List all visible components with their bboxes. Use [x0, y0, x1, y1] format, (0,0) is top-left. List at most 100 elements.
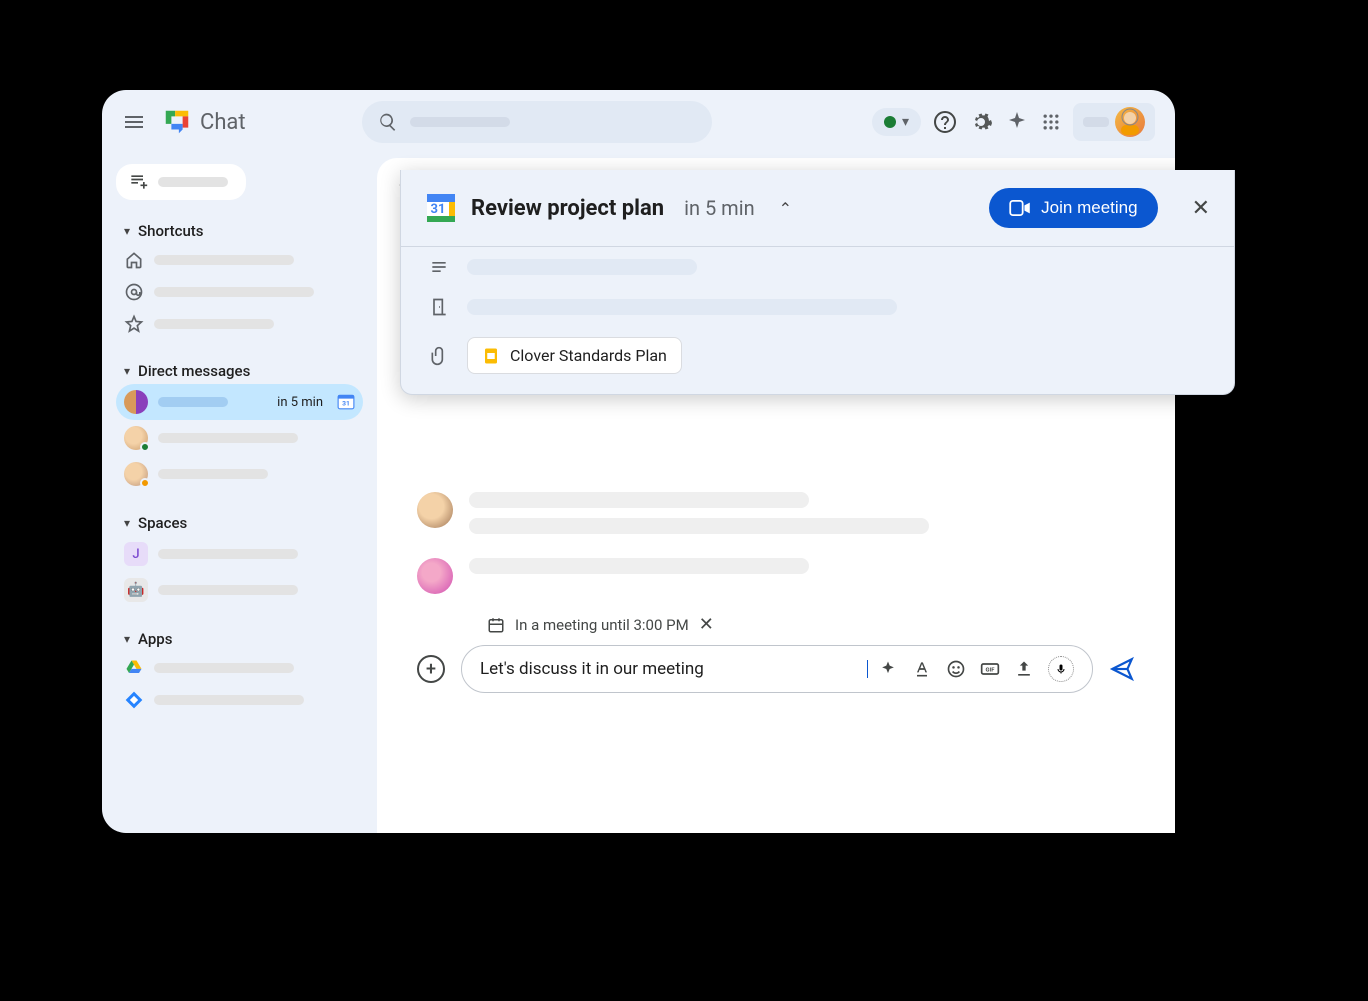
attachment-name: Clover Standards Plan — [510, 346, 667, 365]
attachment-icon — [429, 346, 449, 366]
meeting-card-header: 31 Review project plan in 5 min ⌃ Join m… — [401, 170, 1234, 246]
dm-name-placeholder — [158, 469, 268, 479]
bot-avatar-icon: 🤖 — [124, 578, 148, 602]
sparkle-icon[interactable] — [1005, 110, 1029, 134]
shortcut-placeholder — [154, 287, 314, 297]
chevron-up-icon[interactable]: ⌃ — [779, 199, 792, 218]
join-meeting-button[interactable]: Join meeting — [989, 188, 1157, 228]
compose-toolbar: GIF — [878, 656, 1074, 682]
meeting-attachment-row: Clover Standards Plan — [401, 327, 1234, 394]
star-icon — [124, 314, 144, 334]
drive-icon — [124, 658, 144, 678]
search-placeholder — [410, 117, 510, 127]
app-item-drive[interactable] — [116, 652, 363, 684]
text-format-icon[interactable] — [912, 659, 932, 679]
at-icon — [124, 282, 144, 302]
calendar-icon: 31 — [425, 192, 457, 224]
chat-logo-icon — [162, 107, 192, 137]
help-icon[interactable] — [933, 110, 957, 134]
dismiss-status-icon[interactable]: ✕ — [699, 614, 714, 635]
dm-item[interactable] — [116, 456, 363, 492]
home-icon — [124, 250, 144, 270]
message-body — [469, 558, 809, 574]
apps-grid-icon[interactable] — [1041, 112, 1061, 132]
meeting-title: Review project plan — [471, 196, 664, 221]
section-head-shortcuts[interactable]: ▾ Shortcuts — [116, 218, 363, 244]
status-dot-icon — [884, 116, 896, 128]
shortcut-placeholder — [154, 319, 274, 329]
emoji-icon[interactable] — [946, 659, 966, 679]
add-attachment-button[interactable]: + — [417, 655, 445, 683]
video-icon — [1009, 200, 1031, 216]
message-avatar — [417, 558, 453, 594]
attachment-chip[interactable]: Clover Standards Plan — [467, 337, 682, 374]
new-chat-button[interactable] — [116, 164, 246, 200]
app-name-placeholder — [154, 663, 294, 673]
shortcut-home[interactable] — [116, 244, 363, 276]
header-right: ▾ — [872, 103, 1155, 141]
svg-text:31: 31 — [431, 202, 446, 217]
status-chip[interactable]: ▾ — [872, 108, 921, 136]
app-name: Chat — [200, 110, 246, 135]
account-chip[interactable] — [1073, 103, 1155, 141]
chevron-down-icon: ▾ — [902, 114, 909, 130]
search-box[interactable] — [362, 101, 712, 143]
section-direct-messages: ▾ Direct messages in 5 min 31 — [116, 358, 363, 492]
section-label: Spaces — [138, 514, 187, 532]
meeting-description-row — [401, 247, 1234, 287]
message-item — [417, 558, 1135, 594]
meeting-status-pill: In a meeting until 3:00 PM ✕ — [417, 614, 1135, 645]
dm-avatar — [124, 462, 148, 486]
calendar-mini-icon: 31 — [337, 393, 355, 411]
shortcut-mentions[interactable] — [116, 276, 363, 308]
search-icon — [378, 112, 398, 132]
compose-input[interactable]: Let's discuss it in our meeting — [480, 659, 859, 679]
section-label: Shortcuts — [138, 222, 203, 240]
slides-icon — [482, 347, 500, 365]
space-item[interactable]: J — [116, 536, 363, 572]
meeting-card: 31 Review project plan in 5 min ⌃ Join m… — [400, 170, 1235, 395]
meeting-time: in 5 min — [684, 196, 755, 220]
close-icon[interactable]: ✕ — [1192, 196, 1210, 221]
description-placeholder — [467, 259, 697, 275]
message-line-placeholder — [469, 558, 809, 574]
svg-text:GIF: GIF — [986, 668, 996, 674]
shortcut-starred[interactable] — [116, 308, 363, 340]
section-head-dm[interactable]: ▾ Direct messages — [116, 358, 363, 384]
calendar-small-icon — [487, 616, 505, 634]
sidebar: ▾ Shortcuts ▾ Dir — [102, 154, 377, 833]
section-head-spaces[interactable]: ▾ Spaces — [116, 510, 363, 536]
voice-input-button[interactable] — [1048, 656, 1074, 682]
section-head-apps[interactable]: ▾ Apps — [116, 626, 363, 652]
compose-area: In a meeting until 3:00 PM ✕ + Let's dis… — [377, 614, 1175, 723]
jira-icon — [124, 690, 144, 710]
menu-icon[interactable] — [122, 110, 146, 134]
app-logo: Chat — [162, 107, 246, 137]
caret-down-icon: ▾ — [124, 224, 130, 238]
meeting-status-text: In a meeting until 3:00 PM — [515, 616, 689, 634]
section-spaces: ▾ Spaces J 🤖 — [116, 510, 363, 608]
message-line-placeholder — [469, 518, 929, 534]
section-apps: ▾ Apps — [116, 626, 363, 716]
presence-active-icon — [140, 442, 150, 452]
caret-down-icon: ▾ — [124, 632, 130, 646]
dm-item[interactable] — [116, 420, 363, 456]
sparkle-icon[interactable] — [878, 659, 898, 679]
send-button[interactable] — [1109, 656, 1135, 682]
message-body — [469, 492, 929, 534]
account-avatar — [1115, 107, 1145, 137]
new-chat-placeholder — [158, 177, 228, 187]
compose-box[interactable]: Let's discuss it in our meeting GIF — [461, 645, 1093, 693]
settings-icon[interactable] — [969, 110, 993, 134]
dm-item-active[interactable]: in 5 min 31 — [116, 384, 363, 420]
text-cursor — [867, 660, 868, 678]
gif-icon[interactable]: GIF — [980, 659, 1000, 679]
upload-icon[interactable] — [1014, 659, 1034, 679]
space-item[interactable]: 🤖 — [116, 572, 363, 608]
meeting-room-row — [401, 287, 1234, 327]
space-avatar: J — [124, 542, 148, 566]
new-chat-icon — [128, 172, 148, 192]
space-name-placeholder — [158, 585, 298, 595]
caret-down-icon: ▾ — [124, 516, 130, 530]
app-item-jira[interactable] — [116, 684, 363, 716]
